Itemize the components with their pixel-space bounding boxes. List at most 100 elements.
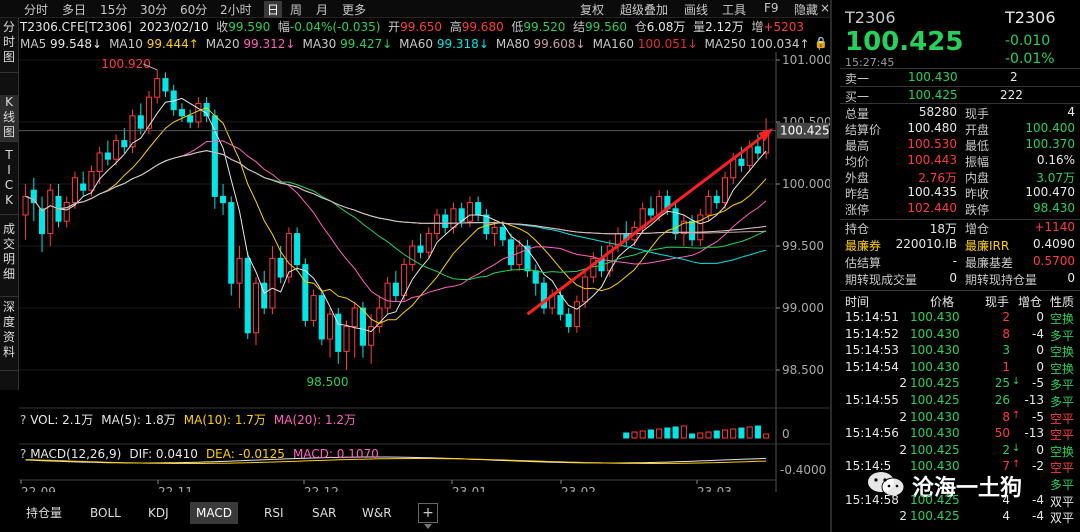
- tick-oi-change-8: 0: [1036, 442, 1044, 457]
- vol-bar-82: [697, 432, 704, 439]
- candle-body-10: [104, 152, 111, 160]
- add-indicator-icon[interactable]: +: [418, 503, 438, 523]
- tick-price-7: 100.430: [910, 426, 960, 441]
- tool-menu-item-4[interactable]: F9: [764, 1, 779, 15]
- period-tab-3[interactable]: 30分: [140, 1, 167, 18]
- left-nav-item-0[interactable]: 分时图: [0, 20, 18, 73]
- last-price: 100.425: [845, 27, 964, 57]
- candle-body-29: [261, 282, 268, 309]
- ma-value-2: 99.312↓: [243, 37, 296, 51]
- candle-body-84: [713, 195, 720, 204]
- stat-label-3-a: 均价: [845, 155, 870, 169]
- vol-ma-0: MA(5): 1.8万: [101, 413, 176, 427]
- indicator-tab-0[interactable]: 持仓量: [20, 502, 68, 524]
- candle-body-82: [697, 214, 704, 241]
- stat-value-6-a: 102.440: [907, 201, 957, 215]
- quote-name: T2306: [845, 8, 896, 27]
- extra-value-3-a: 0: [949, 271, 957, 285]
- vol-bar-87: [738, 427, 745, 439]
- candle-body-76: [647, 208, 654, 216]
- period-tab-2[interactable]: 15分: [100, 1, 127, 18]
- close-icon[interactable]: ×: [820, 1, 830, 15]
- tick-header-2: 现手: [985, 295, 1010, 309]
- tick-volume-2: 3: [1002, 343, 1010, 358]
- indicator-tab-4[interactable]: RSI: [258, 502, 290, 524]
- candle-body-68: [582, 276, 589, 303]
- candle-body-32: [285, 233, 292, 278]
- period-tab-5[interactable]: 2小时: [220, 1, 252, 18]
- tick-price-0: 100.430: [910, 310, 960, 324]
- tool-menu-item-0[interactable]: 复权: [580, 1, 604, 18]
- left-nav-item-4[interactable]: 深度资料: [0, 300, 18, 371]
- candle-body-59: [507, 239, 515, 266]
- vol-pane-question-icon[interactable]: ?: [20, 413, 30, 427]
- range-label: 幅: [277, 20, 290, 34]
- bar-info-line: T2306.CFE[T2306] 2023/02/10 收99.590 幅-0.…: [20, 18, 804, 35]
- tick-nature-1: 多平: [1050, 328, 1075, 343]
- candle-body-9: [96, 152, 103, 173]
- vol-bar-78: [664, 427, 671, 439]
- period-tab-9[interactable]: 更多: [342, 1, 366, 18]
- extra-label-0-b: 增仓: [965, 222, 990, 236]
- tick-nature-3: 空换: [1050, 361, 1075, 376]
- lock-icon[interactable]: 🔒: [814, 36, 828, 49]
- period-tab-1[interactable]: 多日: [62, 1, 86, 18]
- tick-volume-12: 4: [1002, 509, 1010, 524]
- tool-menu-item-3[interactable]: 工具: [722, 1, 746, 18]
- candle-body-20: [187, 115, 194, 123]
- stat-label-2-b: 最低: [965, 139, 990, 153]
- bar-date: 2023/02/10: [139, 20, 209, 34]
- candle-body-47: [409, 245, 416, 266]
- candle-body-46: [401, 264, 408, 297]
- ma-label-5: MA80: [495, 37, 534, 51]
- macd-pane-question-icon[interactable]: ?: [20, 447, 30, 461]
- extra-label-2-b: 最廉基差: [965, 256, 1014, 270]
- stat-value-4-b: 3.07万: [1036, 171, 1075, 185]
- left-nav-item-3[interactable]: 成交明细: [0, 222, 18, 297]
- tick-volume-9: 7: [1002, 459, 1010, 474]
- ma-value-3: 99.427↓: [340, 37, 393, 51]
- period-tab-0[interactable]: 分时: [24, 1, 48, 18]
- low-value: 99.520: [523, 20, 566, 34]
- tick-nature-12: 双平: [1050, 511, 1075, 526]
- indicator-tab-2[interactable]: KDJ: [142, 502, 175, 524]
- left-nav-item-2[interactable]: TICK: [0, 148, 18, 215]
- indicator-tab-5[interactable]: SAR: [306, 502, 342, 524]
- tool-menu-item-2[interactable]: 画线: [684, 1, 708, 18]
- period-tab-7[interactable]: 周: [290, 1, 302, 18]
- extra-label-1-a: 最廉券: [845, 239, 882, 253]
- scroll-down-icon[interactable]: [424, 524, 432, 529]
- vol-value: 2.12万: [705, 20, 744, 34]
- stat-label-6-a: 涨停: [845, 203, 870, 217]
- left-nav-item-1[interactable]: K线图: [0, 95, 18, 142]
- period-tab-4[interactable]: 60分: [180, 1, 207, 18]
- candle-body-5: [63, 202, 70, 222]
- ma-value-6: 100.051↓: [637, 37, 698, 51]
- vol-ma-1: MA(10): 1.7万: [183, 413, 266, 427]
- indicator-tab-6[interactable]: W&R: [356, 502, 398, 524]
- indicator-tab-1[interactable]: BOLL: [84, 502, 127, 524]
- tool-menu-item-5[interactable]: 隐藏: [794, 1, 818, 18]
- vol-bar-73: [623, 432, 630, 439]
- vol-bar-89: [754, 425, 761, 439]
- indicator-tab-3[interactable]: MACD: [190, 502, 238, 524]
- period-tab-8[interactable]: 月: [316, 1, 328, 18]
- ask-volume: 2: [1010, 70, 1018, 84]
- extra-value-1-b: 0.4090: [1033, 237, 1075, 251]
- candle-body-88: [746, 146, 753, 166]
- vol-bar-74: [631, 431, 638, 439]
- candle-body-24: [220, 195, 227, 204]
- quote-code: T2306: [1005, 8, 1056, 27]
- tick-price-1: 100.430: [910, 326, 960, 341]
- macd-value-0: DIF: 0.0410: [129, 447, 198, 461]
- period-tab-6[interactable]: 日: [264, 1, 283, 18]
- candle-body-49: [425, 233, 432, 253]
- candle-body-57: [491, 226, 498, 235]
- tool-menu-item-1[interactable]: 超级叠加: [620, 1, 668, 18]
- x-tick-label-3: 23-01: [452, 485, 487, 492]
- ma-value-7: 100.034↑: [749, 37, 810, 51]
- vol-legend: ? VOL: 2.1万 MA(5): 1.8万 MA(10): 1.7万 MA(20)…: [20, 411, 364, 428]
- tick-price-4: 100.425: [910, 376, 960, 391]
- tick-nature-9: 空平: [1050, 461, 1075, 476]
- candle-body-44: [384, 282, 391, 309]
